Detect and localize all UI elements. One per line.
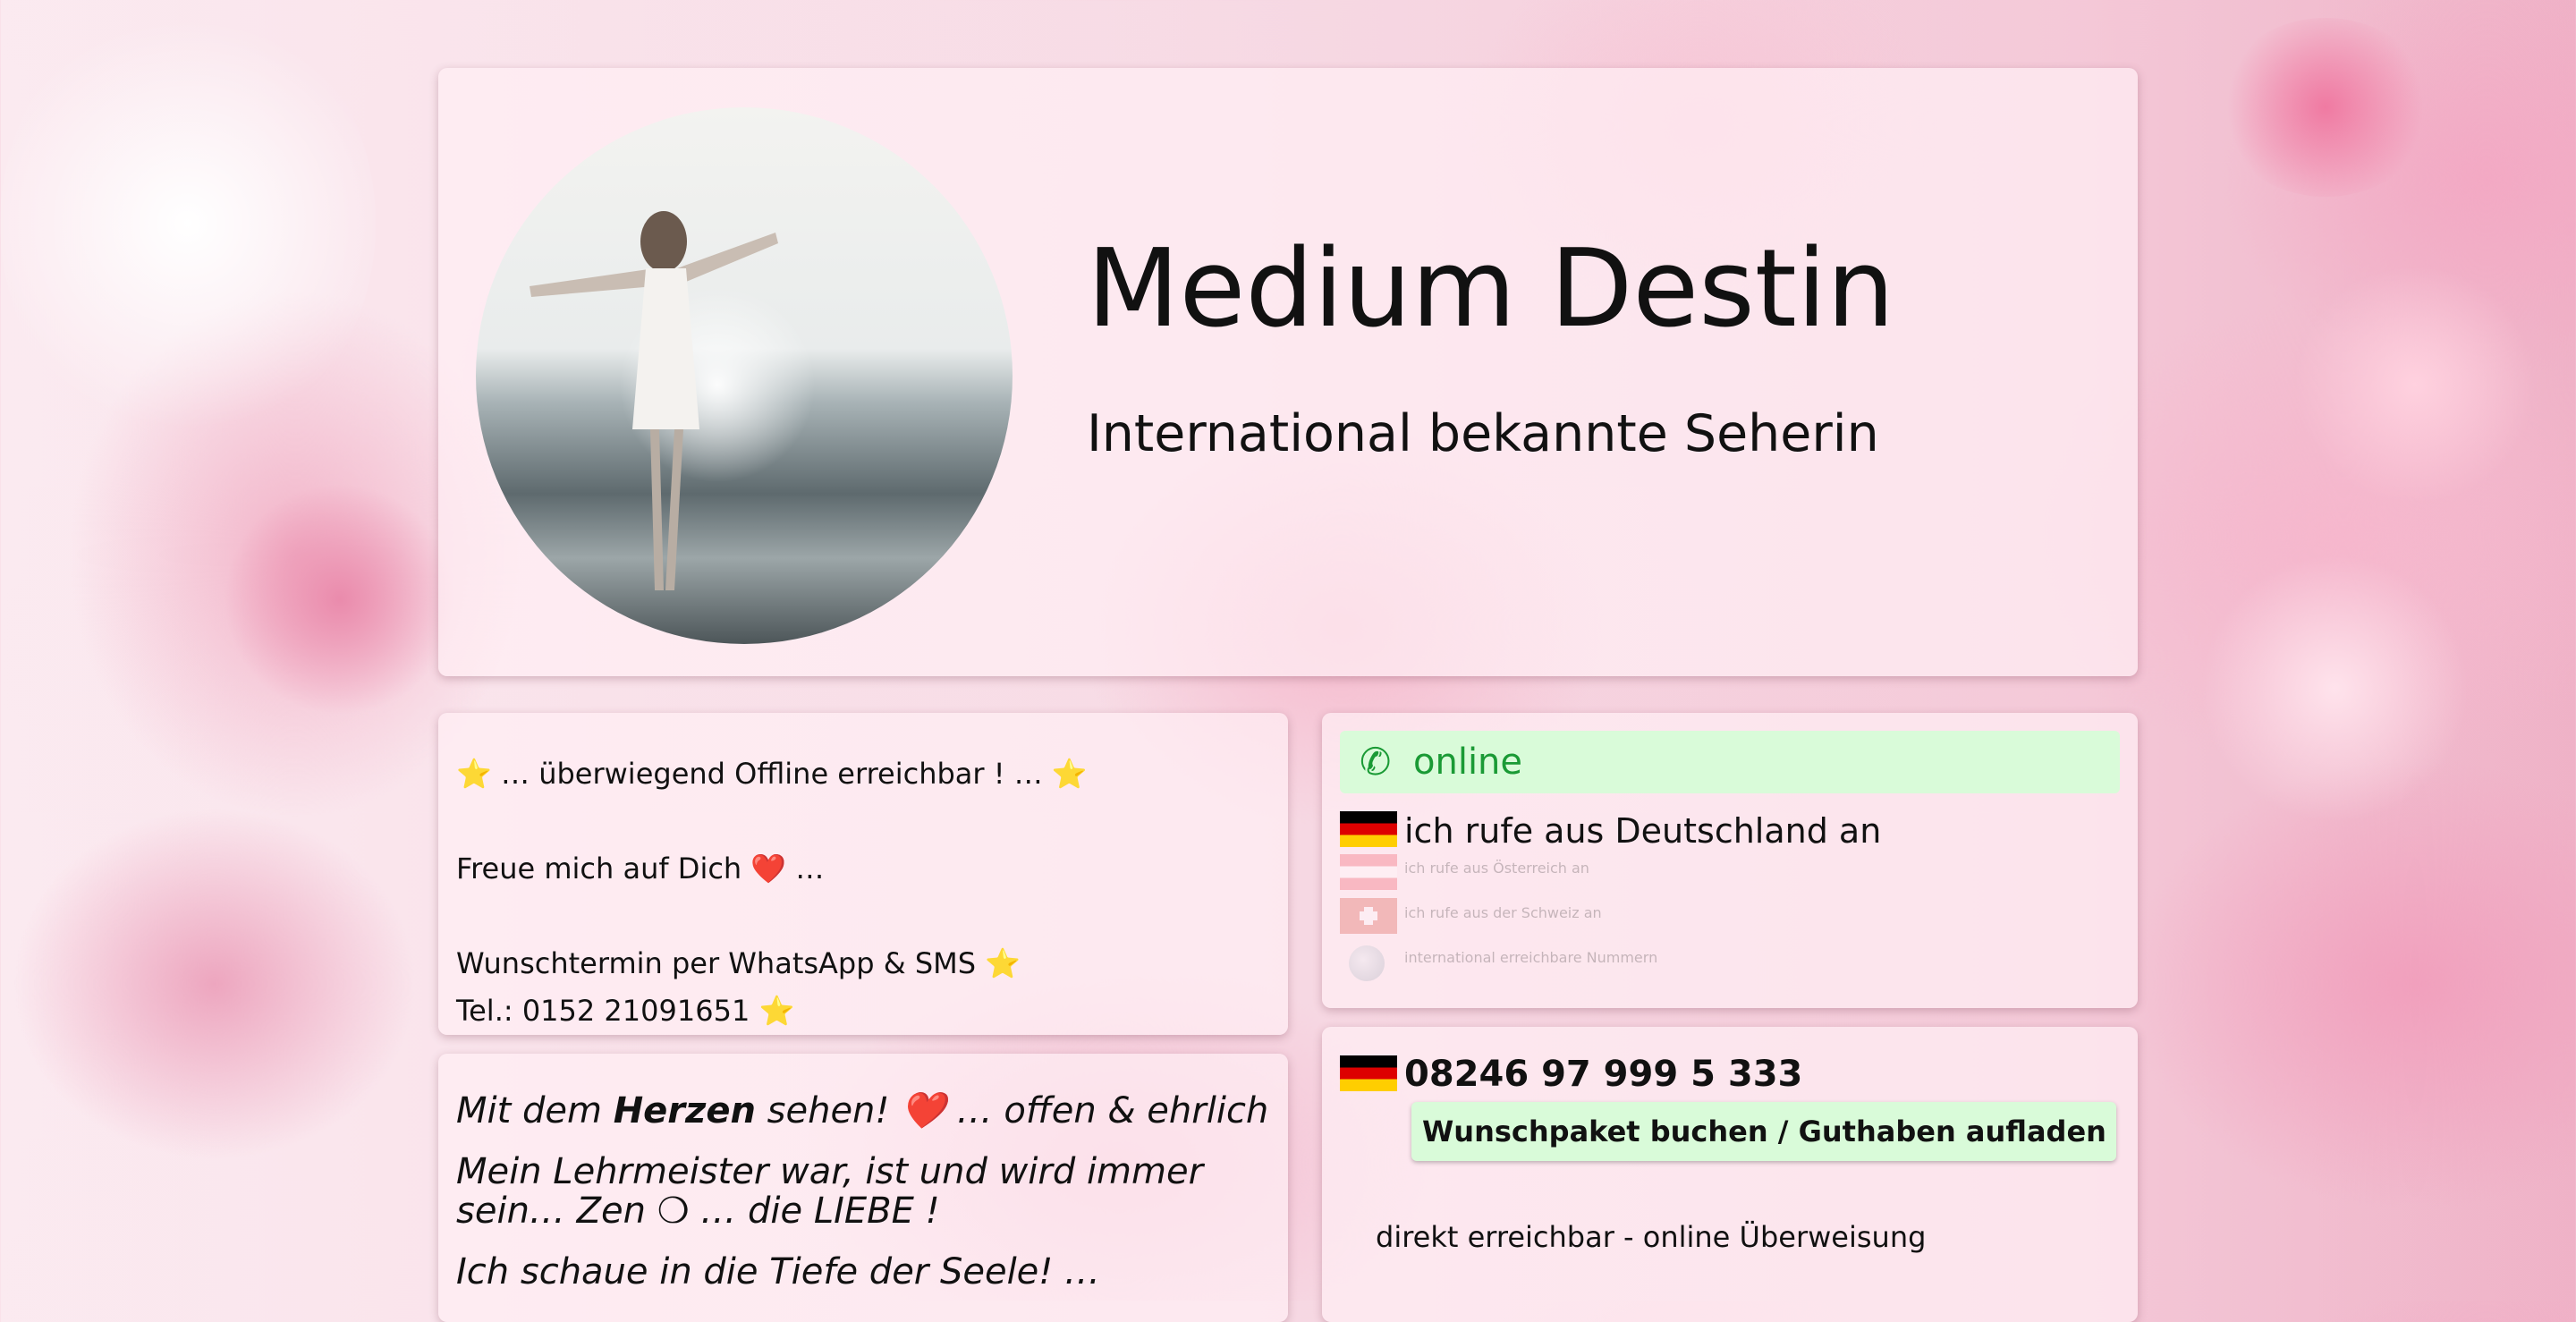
country-option-switzerland[interactable]: ich rufe aus der Schweiz an [1404,904,1602,921]
woman-silhouette-image [530,211,778,590]
online-status-label: online [1413,742,1523,783]
about-emphasis: Herzen [613,1090,756,1131]
online-status-badge: ✆ online [1340,731,2120,793]
greeting-text: Freue mich auf Dich ❤️ … [456,852,825,886]
profile-header-card: Medium Destin International bekannte Seh… [438,68,2138,676]
page-subtitle: International bekannte Seherin [1087,404,1879,463]
about-line-2: Mein Lehrmeister war, ist und wird immer… [456,1151,1204,1232]
call-widget-card: ✆ online ich rufe aus Deutschland an ich… [1322,713,2138,1008]
germany-flag-icon [1340,1055,1397,1091]
background-blossom [224,483,456,716]
country-option-international[interactable]: international erreichbare Nummern [1404,949,1657,966]
payment-note: direkt erreichbar - online Überweisung [1376,1220,1927,1254]
availability-card: ⭐ … überwiegend Offline erreichbar ! … ⭐… [438,713,1288,1035]
background-blossom [2218,18,2433,197]
mobile-number: Tel.: 0152 21091651 ⭐ [456,994,795,1028]
globe-icon[interactable] [1349,945,1385,981]
background-blossom [2290,268,2540,501]
page-title: Medium Destin [1087,227,1895,352]
country-option-germany[interactable]: ich rufe aus Deutschland an [1404,811,1881,851]
phone-number-card: 08246 97 999 5 333 Wunschpaket buchen / … [1322,1027,2138,1322]
background-blossom [0,0,376,447]
background-blossom [2200,555,2469,823]
switzerland-flag-icon[interactable] [1340,898,1397,934]
availability-status: ⭐ … überwiegend Offline erreichbar ! … ⭐ [456,757,1088,791]
appointment-text: Wunschtermin per WhatsApp & SMS ⭐ [456,946,1021,980]
about-card: Mit dem Herzen sehen! ❤️ … offen & ehrli… [438,1054,1288,1322]
country-option-austria[interactable]: ich rufe aus Österreich an [1404,860,1589,877]
book-package-button[interactable]: Wunschpaket buchen / Guthaben aufladen [1411,1102,2116,1161]
about-line-1: Mit dem Herzen sehen! ❤️ … offen & ehrli… [456,1090,1269,1131]
profile-avatar [476,107,1013,644]
austria-flag-icon[interactable] [1340,854,1397,890]
germany-flag-icon[interactable] [1340,811,1397,847]
premium-phone-number[interactable]: 08246 97 999 5 333 [1404,1054,1802,1095]
phone-icon: ✆ [1360,740,1392,784]
about-line-3: Ich schaue in die Tiefe der Seele! … [456,1251,1101,1292]
